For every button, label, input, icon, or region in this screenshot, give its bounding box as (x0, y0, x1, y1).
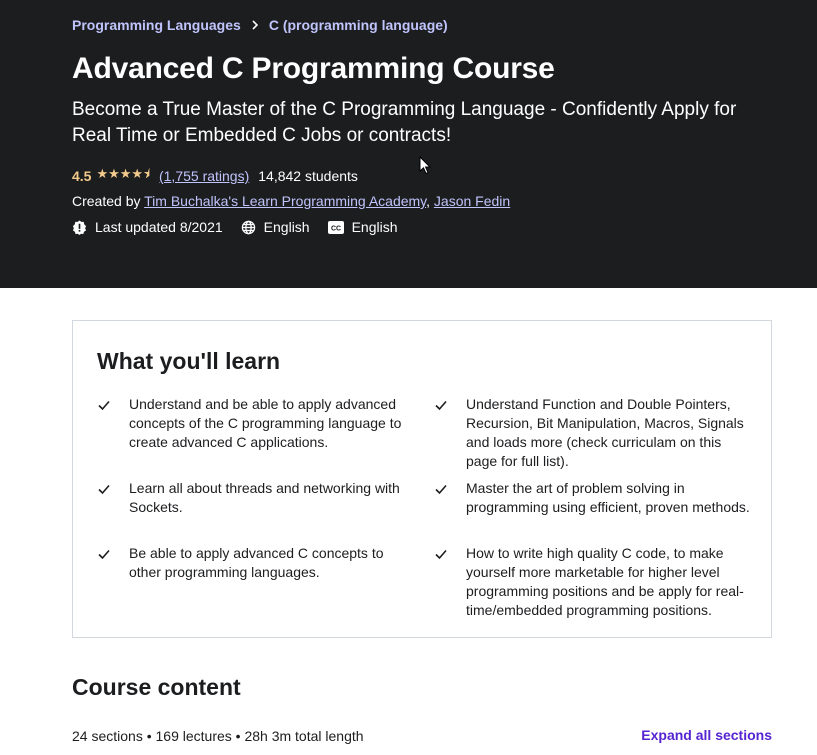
learn-item: Understand and be able to apply advanced… (98, 395, 419, 452)
breadcrumb-item-programming-languages[interactable]: Programming Languages (72, 17, 241, 33)
learn-item-text: How to write high quality C code, to mak… (466, 545, 744, 618)
course-content-title: Course content (72, 674, 241, 700)
star-rating-icon: ★★★★⯨ (96, 166, 150, 181)
closed-captions-icon: CC (327, 220, 344, 234)
learn-item: Learn all about threads and networking w… (98, 479, 419, 517)
ratings-link[interactable]: (1,755 ratings) (159, 168, 249, 184)
course-content-summary: 24 sections • 169 lectures • 28h 3m tota… (72, 728, 364, 744)
check-icon (98, 484, 110, 495)
globe-icon (241, 220, 255, 234)
author-link-tim-buchalka[interactable]: Tim Buchalka's Learn Programming Academy (144, 193, 426, 209)
last-updated-text: Last updated 8/2021 (95, 219, 223, 235)
course-meta: Last updated 8/2021 English CC English (72, 219, 416, 235)
learn-item-text: Master the art of problem solving in pro… (466, 480, 750, 515)
course-header: Programming Languages C (programming lan… (0, 0, 817, 288)
learn-item: Master the art of problem solving in pro… (435, 479, 756, 517)
svg-text:CC: CC (331, 225, 341, 232)
check-icon (435, 484, 447, 495)
learn-item-text: Understand Function and Double Pointers,… (466, 396, 744, 469)
students-count: 14,842 students (258, 168, 358, 184)
check-icon (435, 400, 447, 411)
rating-row: 4.5 ★★★★⯨ (1,755 ratings) 14,842 student… (72, 165, 358, 187)
learn-item: Be able to apply advanced C concepts to … (98, 544, 419, 582)
what-you-will-learn-box: What you'll learn Understand and be able… (72, 320, 772, 638)
chevron-right-icon (251, 18, 259, 33)
learn-item-text: Learn all about threads and networking w… (129, 480, 400, 515)
course-captions: CC English (327, 219, 398, 235)
created-by-label: Created by (72, 193, 141, 209)
language-text: English (263, 219, 310, 235)
created-by: Created by Tim Buchalka's Learn Programm… (72, 193, 510, 209)
author-separator: , (426, 193, 434, 209)
learn-item: Understand Function and Double Pointers,… (435, 395, 756, 471)
breadcrumb-item-c-language[interactable]: C (programming language) (269, 17, 448, 33)
learn-item-text: Be able to apply advanced C concepts to … (129, 545, 384, 580)
last-updated: Last updated 8/2021 (72, 219, 223, 235)
course-subtitle: Become a True Master of the C Programmin… (72, 99, 737, 146)
check-icon (98, 549, 110, 560)
author-link-jason-fedin[interactable]: Jason Fedin (434, 193, 510, 209)
captions-text: English (351, 219, 398, 235)
rating-value: 4.5 (72, 168, 92, 184)
learn-item: How to write high quality C code, to mak… (435, 544, 756, 620)
page-title: Advanced C Programming Course (72, 52, 555, 85)
learn-title: What you'll learn (97, 348, 281, 374)
alert-badge-icon (72, 219, 87, 235)
learn-item-text: Understand and be able to apply advanced… (129, 396, 402, 450)
course-language: English (241, 219, 310, 235)
breadcrumb: Programming Languages C (programming lan… (72, 17, 448, 33)
mouse-cursor-icon (419, 156, 431, 175)
expand-all-sections-button[interactable]: Expand all sections (641, 727, 772, 743)
check-icon (435, 549, 447, 560)
check-icon (98, 400, 110, 411)
